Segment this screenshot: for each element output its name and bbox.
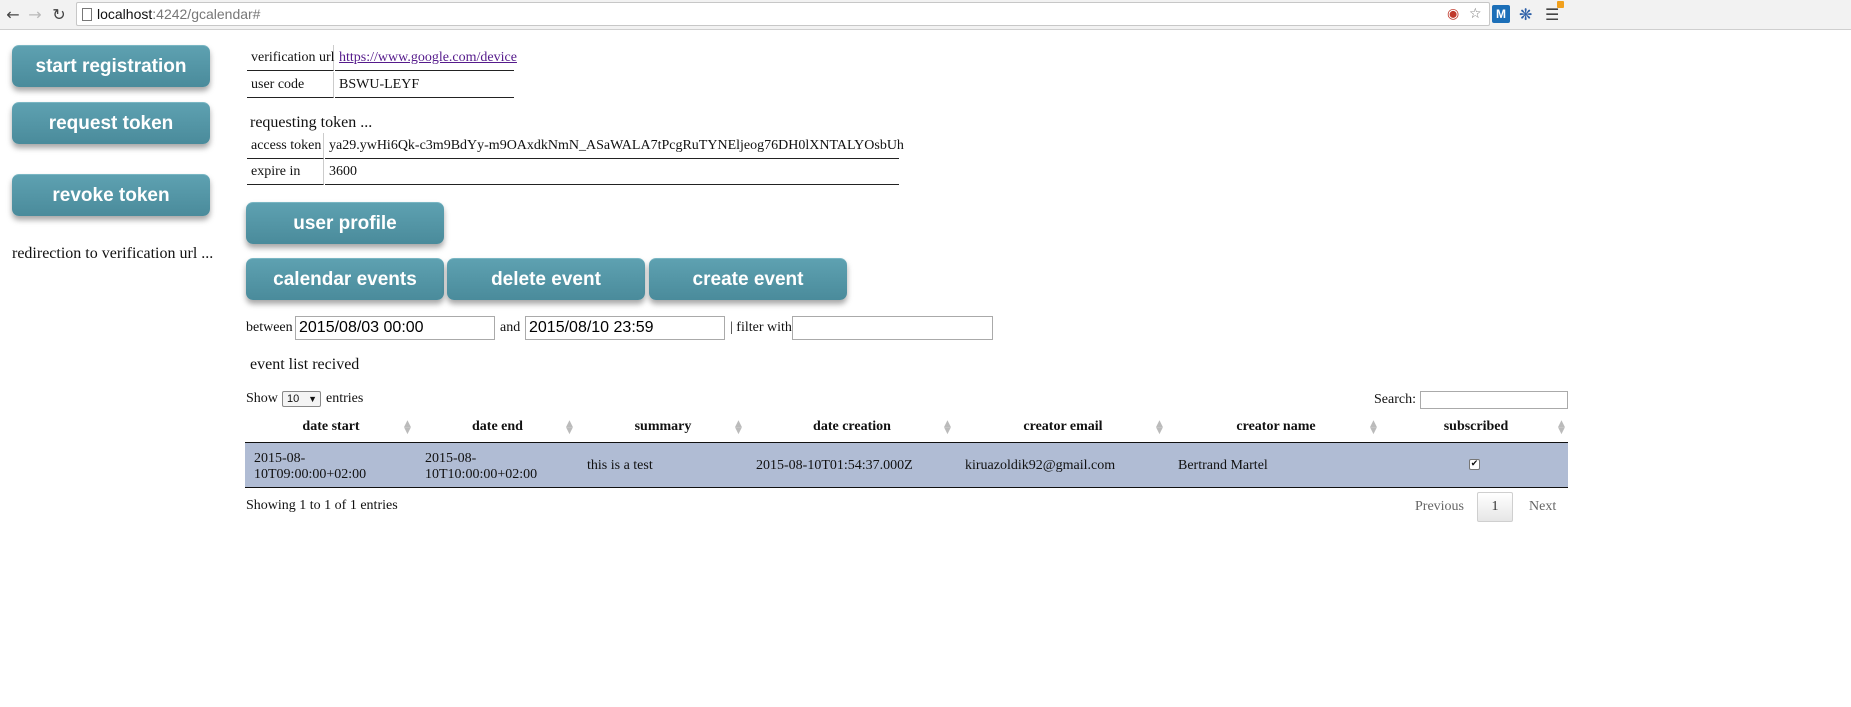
sort-icon[interactable]: ▲ ▼: [735, 420, 742, 436]
sort-icon[interactable]: ▲ ▼: [1558, 420, 1565, 436]
extension-gear-icon[interactable]: ❋: [1519, 5, 1532, 24]
filter-input[interactable]: [792, 316, 993, 340]
cell-date-end-line1: 2015-08-: [425, 451, 477, 466]
sort-icon[interactable]: ▲ ▼: [1156, 420, 1163, 436]
browser-toolbar: ← → ↻ localhost:4242/gcalendar# ◉ ☆ M ❋ …: [0, 0, 1851, 30]
column-header-subscribed[interactable]: subscribed: [1391, 417, 1561, 443]
revoke-token-button[interactable]: revoke token: [12, 174, 210, 216]
back-arrow-icon[interactable]: ←: [2, 4, 24, 26]
and-label: and: [500, 320, 521, 335]
extension-m-icon[interactable]: M: [1492, 5, 1510, 23]
user-code-row: user code BSWU-LEYF: [247, 72, 515, 98]
blocked-cookie-icon[interactable]: ◉: [1447, 6, 1459, 22]
column-header-creator-email[interactable]: creator email: [965, 417, 1161, 443]
user-profile-button[interactable]: user profile: [246, 202, 444, 244]
column-header-creator-name[interactable]: creator name: [1178, 417, 1374, 443]
expire-row: expire in 3600: [247, 159, 899, 185]
reload-icon[interactable]: ↻: [48, 4, 70, 26]
delete-event-button[interactable]: delete event: [447, 258, 645, 300]
next-page-button[interactable]: Next: [1529, 492, 1556, 522]
create-event-button[interactable]: create event: [649, 258, 847, 300]
previous-page-button[interactable]: Previous: [1415, 492, 1464, 522]
cell-creator-email: kiruazoldik92@gmail.com: [965, 458, 1116, 473]
chevron-down-icon: ▼: [308, 394, 317, 404]
column-header-date-start[interactable]: date start: [255, 417, 407, 443]
access-token-row: access token ya29.ywHi6Qk-c3m9BdYy-m9OAx…: [247, 133, 904, 159]
sort-icon[interactable]: ▲ ▼: [1370, 420, 1377, 436]
token-status: requesting token ...: [250, 114, 373, 131]
address-bar[interactable]: localhost:4242/gcalendar# ◉ ☆: [76, 2, 1490, 26]
between-label: between: [246, 320, 293, 335]
calendar-events-button[interactable]: calendar events: [246, 258, 444, 300]
url-path: :4242/gcalendar#: [152, 6, 261, 22]
update-badge-icon: [1557, 1, 1564, 8]
entries-label: entries: [326, 391, 364, 406]
sort-icon[interactable]: ▲ ▼: [566, 420, 573, 436]
page-icon: [82, 8, 92, 21]
cell-date-creation: 2015-08-10T01:54:37.000Z: [756, 458, 913, 473]
verification-url-cell: https://www.google.com/device: [335, 45, 517, 71]
cell-date-end: 2015-08- 10T10:00:00+02:00: [425, 451, 537, 483]
url-text: localhost:4242/gcalendar#: [97, 6, 260, 22]
expire-value: 3600: [325, 159, 899, 185]
cell-date-start: 2015-08- 10T09:00:00+02:00: [254, 451, 366, 483]
verification-url-row: verification url https://www.google.com/…: [247, 45, 517, 71]
verification-url-label: verification url: [247, 45, 335, 71]
verification-url-link[interactable]: https://www.google.com/device: [339, 50, 517, 65]
page-size-select[interactable]: 10 ▼: [282, 391, 321, 407]
column-header-summary[interactable]: summary: [587, 417, 739, 443]
access-token-value: ya29.ywHi6Qk-c3m9BdYy-m9OAxdkNmN_ASaWALA…: [325, 133, 904, 159]
end-date-input[interactable]: 2015/08/10 23:59: [525, 316, 725, 340]
bookmark-star-icon[interactable]: ☆: [1469, 6, 1482, 22]
request-token-button[interactable]: request token: [12, 102, 210, 144]
redirection-status: redirection to verification url ...: [12, 245, 214, 262]
sort-icon[interactable]: ▲ ▼: [944, 420, 951, 436]
cell-date-end-line2: 10T10:00:00+02:00: [425, 467, 538, 482]
cell-creator-name: Bertrand Martel: [1178, 458, 1268, 473]
search-label: Search:: [1374, 392, 1416, 407]
column-header-date-end[interactable]: date end: [425, 417, 570, 443]
event-list-status: event list recived: [250, 356, 360, 373]
table-info: Showing 1 to 1 of 1 entries: [246, 498, 398, 513]
forward-arrow-icon[interactable]: →: [24, 4, 46, 26]
page-1-button[interactable]: 1: [1477, 492, 1513, 522]
start-date-input[interactable]: 2015/08/03 00:00: [295, 316, 495, 340]
start-registration-button[interactable]: start registration: [12, 45, 210, 87]
search-input[interactable]: [1420, 391, 1568, 409]
user-code-label: user code: [247, 72, 334, 98]
sort-icon[interactable]: ▲ ▼: [404, 420, 411, 436]
show-label: Show: [246, 391, 278, 406]
expire-label: expire in: [247, 159, 324, 185]
filter-label: | filter with: [730, 320, 792, 335]
cell-date-start-line2: 10T09:00:00+02:00: [254, 467, 367, 482]
access-token-label: access token: [247, 133, 324, 159]
subscribed-checkbox[interactable]: ✔: [1469, 459, 1480, 470]
cell-summary: this is a test: [587, 458, 653, 473]
page-size-value: 10: [287, 393, 300, 405]
column-header-date-creation[interactable]: date creation: [756, 417, 948, 443]
cell-date-start-line1: 2015-08-: [254, 451, 306, 466]
url-host: localhost: [97, 6, 153, 22]
user-code-value: BSWU-LEYF: [335, 72, 514, 98]
